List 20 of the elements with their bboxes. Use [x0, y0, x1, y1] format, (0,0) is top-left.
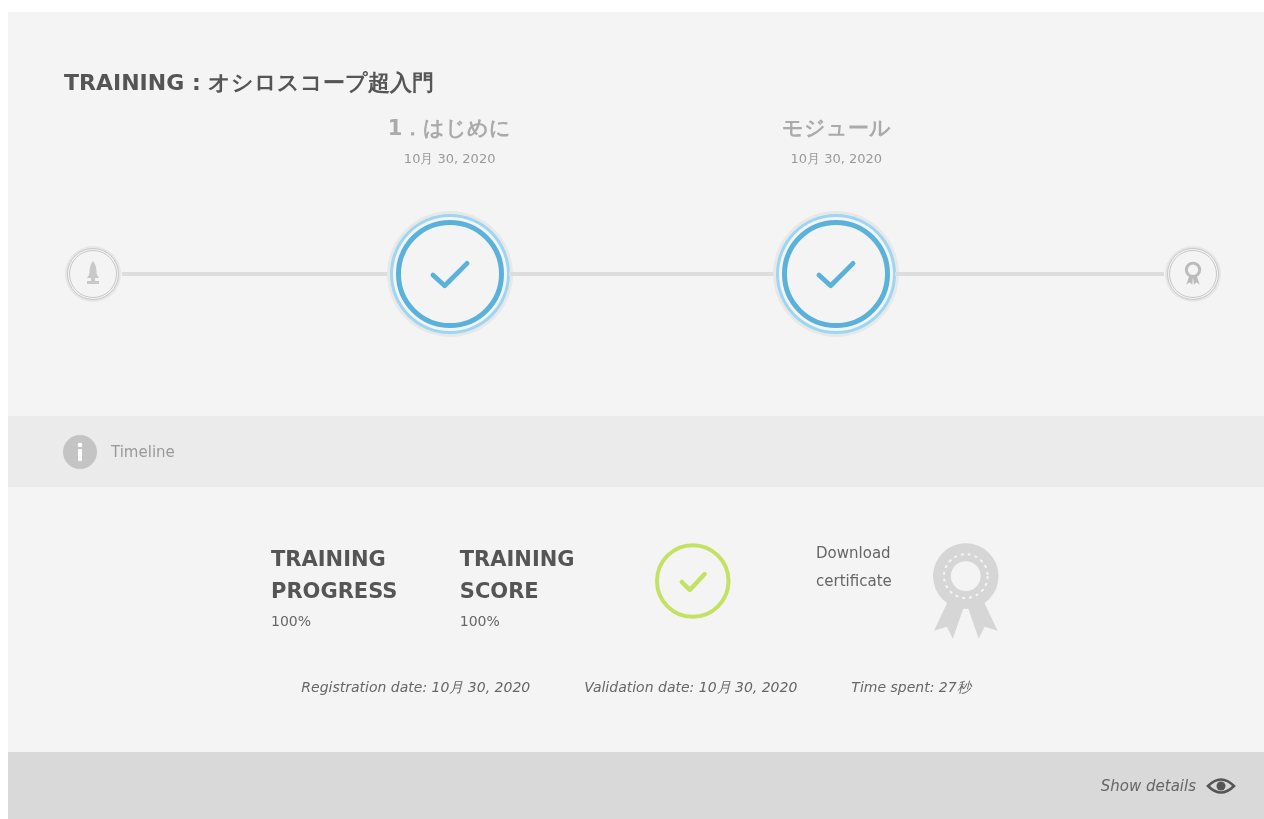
award-ribbon-icon[interactable] — [931, 543, 1001, 639]
step-title: モジュール — [780, 115, 892, 142]
step-date: 10月 30, 2020 — [402, 150, 497, 168]
training-title: TRAINING : オシロスコープ超入門 — [64, 69, 436, 97]
ribbon-icon — [1183, 260, 1203, 288]
check-icon — [814, 258, 859, 290]
eye-icon[interactable] — [1206, 775, 1236, 796]
step-date: 10月 30, 2020 — [789, 150, 884, 168]
timeline-label: Timeline — [111, 442, 175, 461]
stat-label: TRAINING PROGRESS — [271, 546, 399, 605]
date-info: Registration date: 10月 30, 2020 — [301, 679, 531, 697]
date-info: Validation date: 10月 30, 2020 — [584, 679, 798, 697]
stat-value: 100% — [271, 613, 313, 629]
info-icon — [63, 434, 97, 469]
date-info: Time spent: 27秒 — [851, 679, 971, 697]
step-title: 1．はじめに — [386, 115, 513, 142]
download-certificate-link[interactable]: Download certificate — [816, 539, 906, 595]
stat-value: 100% — [459, 613, 501, 629]
show-details-link[interactable]: Show details — [1100, 776, 1196, 795]
stat-label: TRAINING SCORE — [459, 546, 576, 605]
